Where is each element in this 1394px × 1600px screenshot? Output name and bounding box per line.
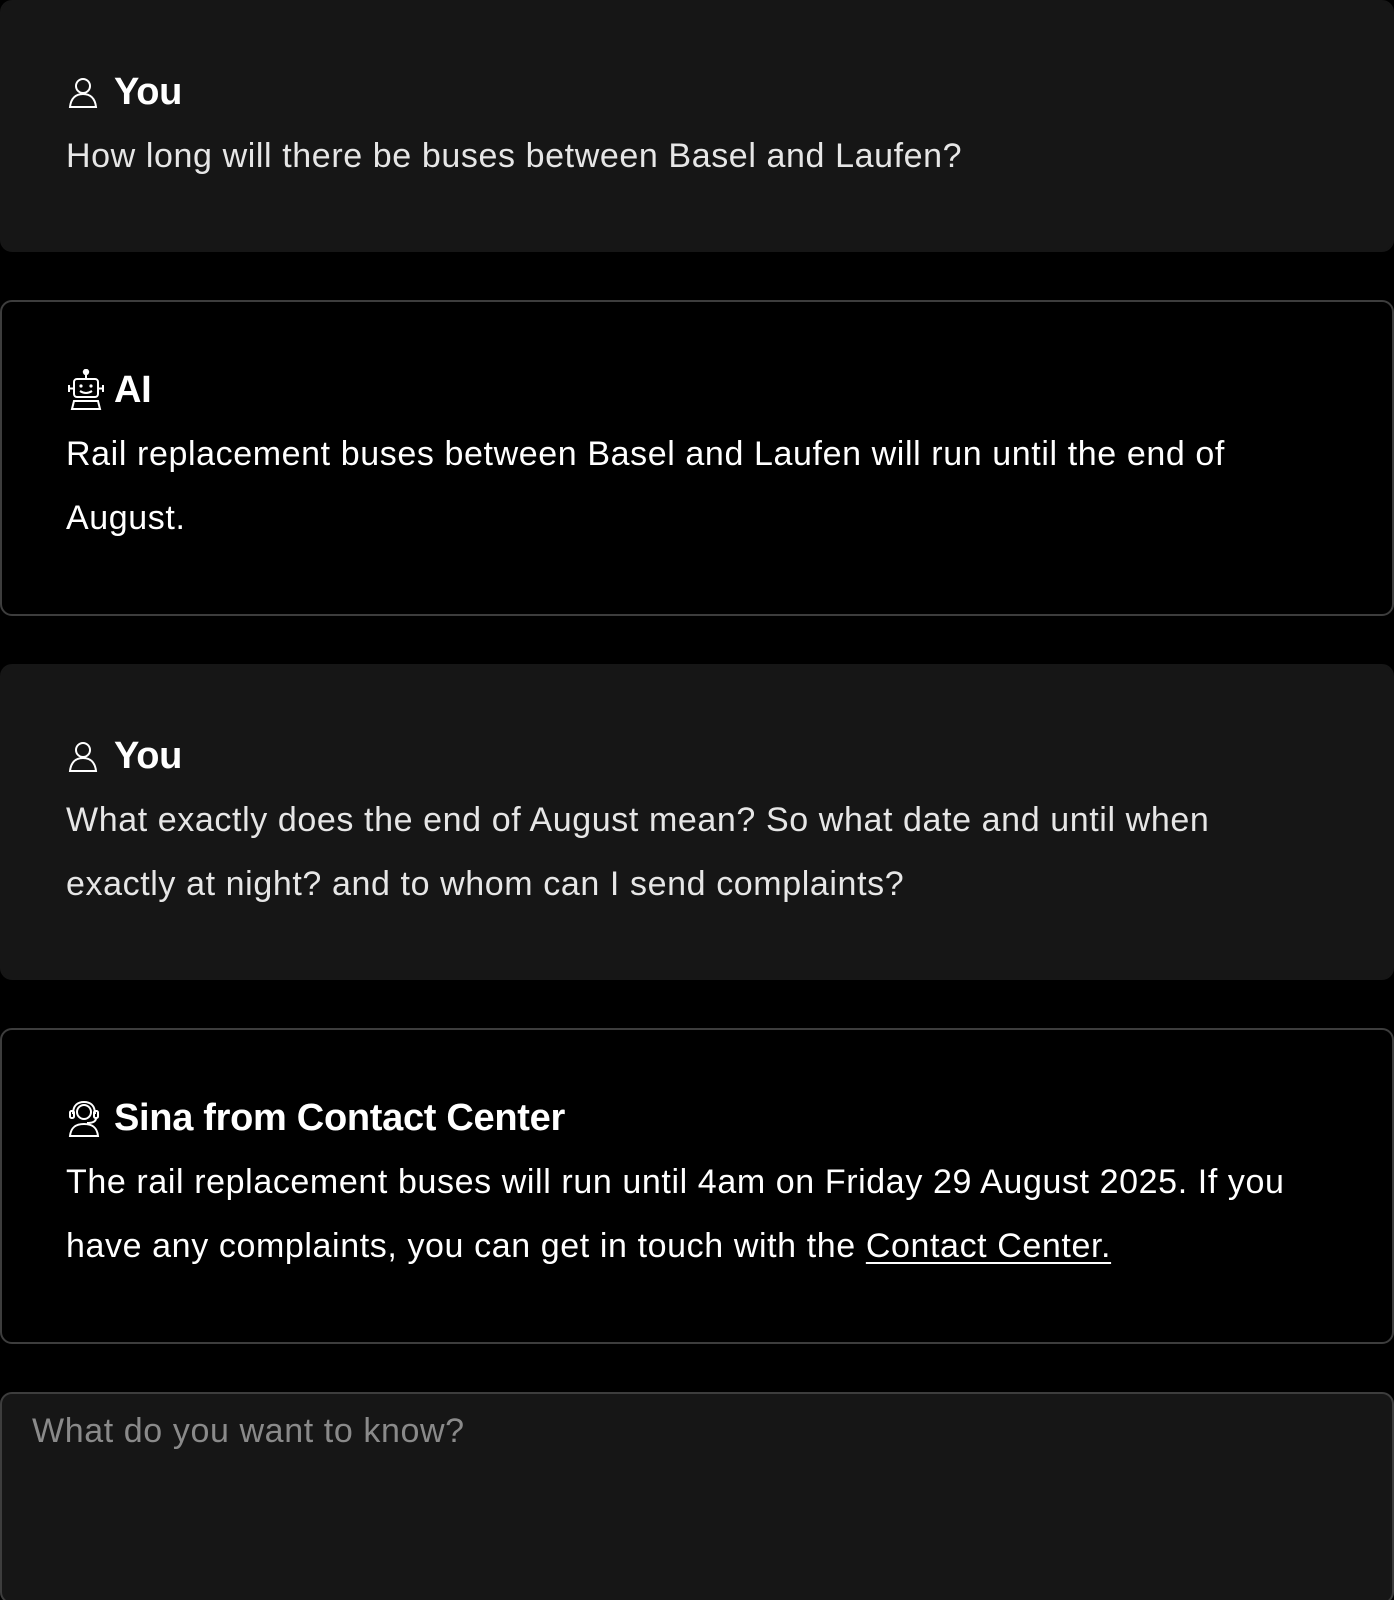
user-icon bbox=[66, 68, 114, 116]
message-header: Sina from Contact Center bbox=[66, 1094, 1328, 1142]
message-header: You bbox=[66, 732, 1328, 780]
user-icon bbox=[66, 732, 114, 780]
message-text: The rail replacement buses will run unti… bbox=[66, 1150, 1328, 1278]
ai-message: AI Rail replacement buses between Basel … bbox=[0, 300, 1394, 616]
message-author: You bbox=[114, 70, 183, 113]
agent-message: Sina from Contact Center The rail replac… bbox=[0, 1028, 1394, 1344]
message-header: AI bbox=[66, 366, 1328, 414]
user-message: You How long will there be buses between… bbox=[0, 0, 1394, 252]
chat-thread: You How long will there be buses between… bbox=[0, 0, 1394, 1600]
message-text: What exactly does the end of August mean… bbox=[66, 801, 1210, 903]
message-author: You bbox=[114, 734, 183, 777]
user-message: You What exactly does the end of August … bbox=[0, 664, 1394, 980]
support-agent-icon bbox=[66, 1094, 114, 1142]
message-author: Sina from Contact Center bbox=[114, 1096, 565, 1139]
question-input[interactable] bbox=[2, 1394, 1392, 1600]
message-header: You bbox=[66, 68, 1328, 116]
robot-icon bbox=[66, 366, 114, 414]
composer bbox=[0, 1392, 1394, 1600]
message-author: AI bbox=[114, 368, 152, 411]
message-text: Rail replacement buses between Basel and… bbox=[66, 435, 1225, 537]
contact-center-link[interactable]: Contact Center. bbox=[866, 1227, 1111, 1265]
message-text: How long will there be buses between Bas… bbox=[66, 137, 963, 175]
